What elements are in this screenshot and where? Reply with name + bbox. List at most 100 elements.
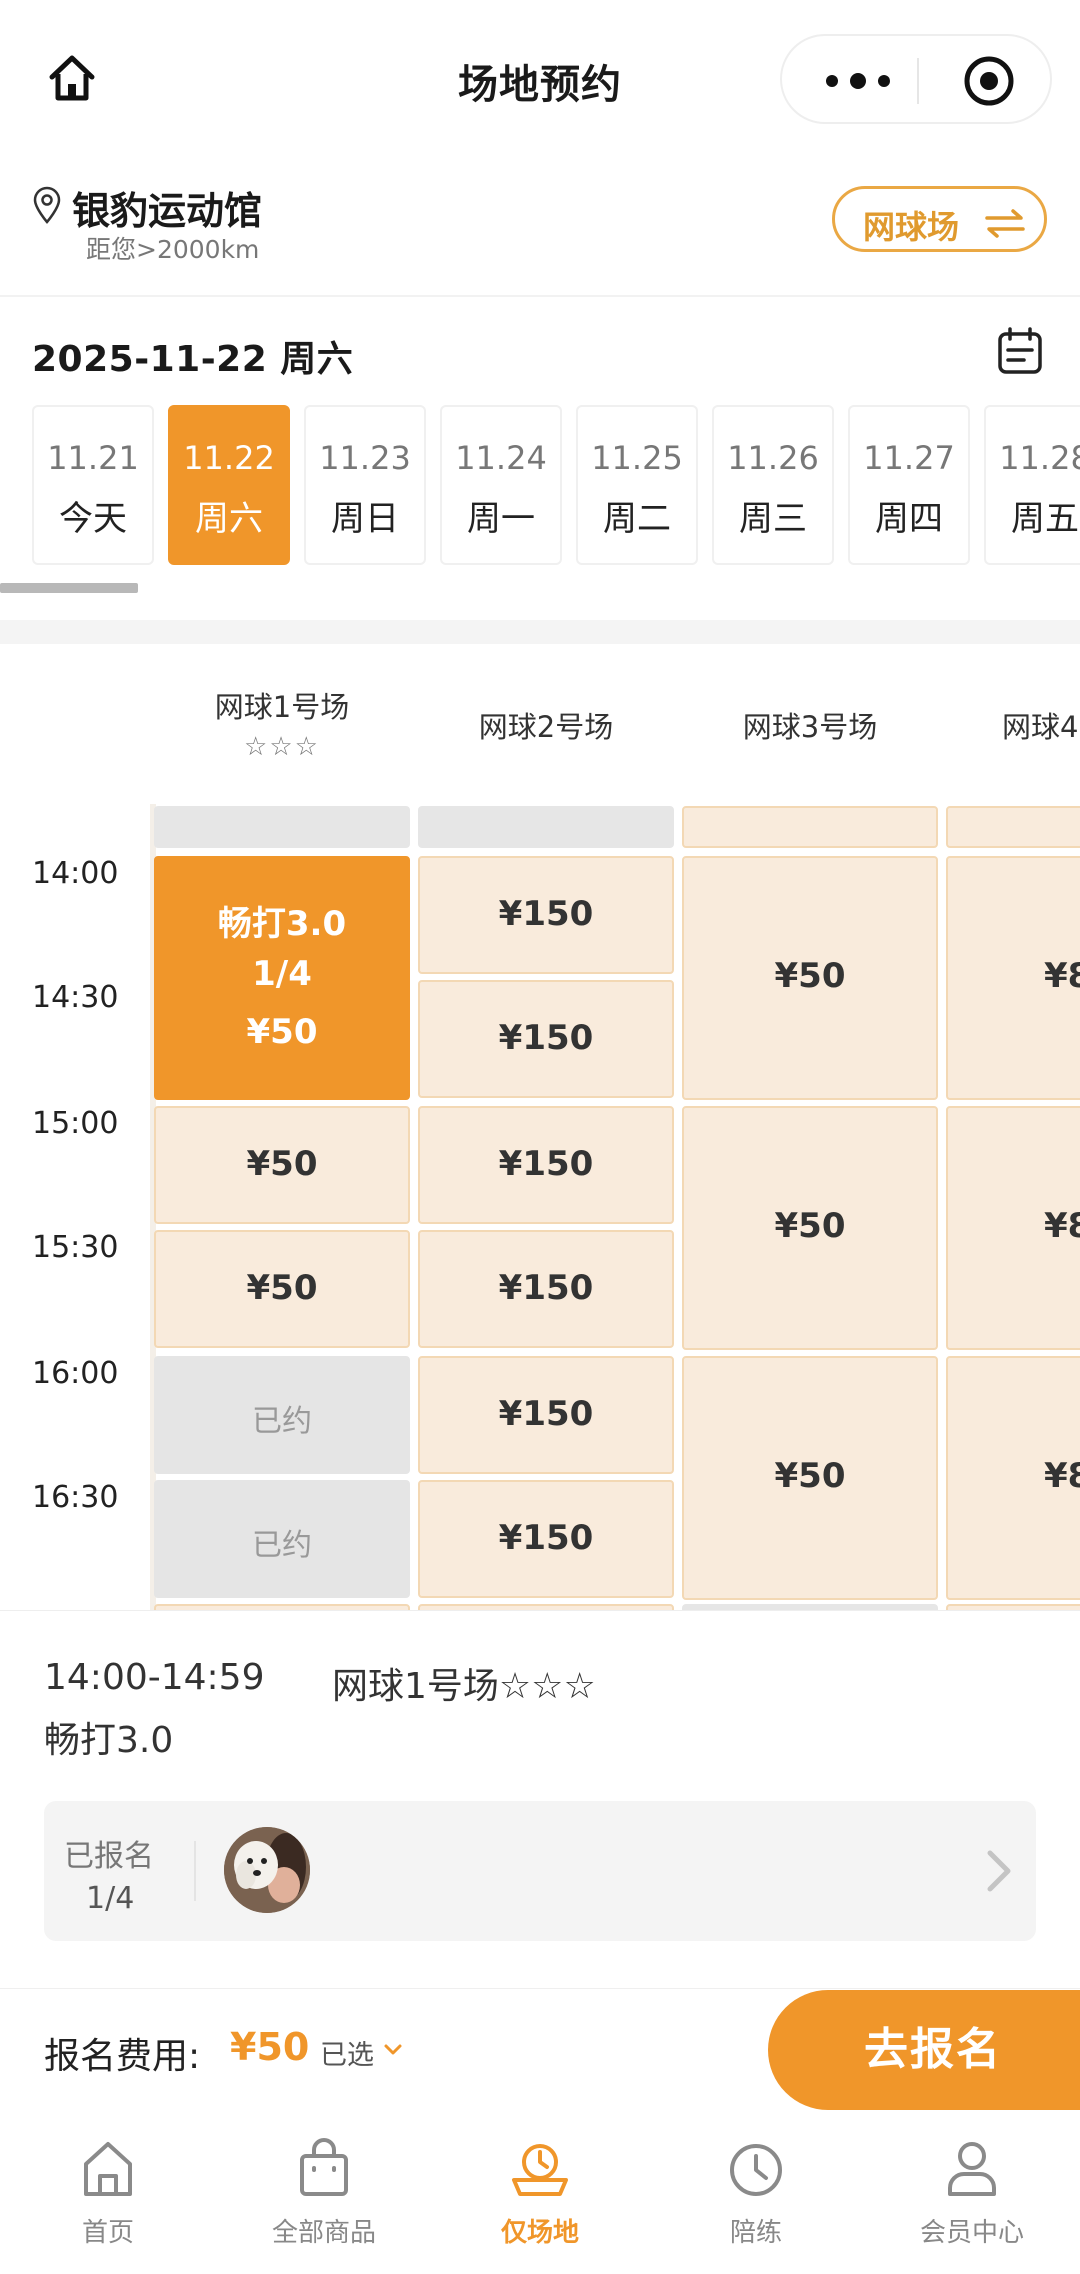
slot-booked: 已约 bbox=[154, 1480, 410, 1598]
slot-price: ¥150 bbox=[498, 1018, 594, 1058]
date-item[interactable]: 11.27 周四 bbox=[848, 405, 970, 565]
current-date: 2025-11-22 周六 bbox=[32, 339, 354, 380]
date-item[interactable]: 11.23 周日 bbox=[304, 405, 426, 565]
date-item[interactable]: 11.26 周三 bbox=[712, 405, 834, 565]
slot-available[interactable]: ¥8 bbox=[946, 1356, 1080, 1600]
capsule-divider bbox=[917, 58, 919, 104]
time-label: 15:00 bbox=[32, 1106, 119, 1141]
top-navigation-bar: 场地预约 bbox=[0, 0, 1080, 160]
slot-available[interactable]: ¥50 bbox=[682, 1106, 938, 1350]
date-item[interactable]: 11.28 周五 bbox=[984, 405, 1080, 565]
slot-available[interactable]: ¥150 bbox=[418, 980, 674, 1098]
slot-available[interactable]: ¥150 bbox=[418, 1230, 674, 1348]
court-name: 网球2号场 bbox=[478, 710, 614, 744]
selected-toggle[interactable]: 已选 bbox=[320, 2033, 374, 2072]
venue-icon bbox=[512, 2144, 568, 2196]
tab-venue-only[interactable]: 仅场地 bbox=[432, 2112, 648, 2274]
bottom-tab-bar: 首页 全部商品 仅场地 陪练 会员中心 bbox=[0, 2112, 1080, 2274]
weekday-label: 周五 bbox=[1011, 499, 1079, 539]
bag-icon bbox=[300, 2138, 348, 2196]
slot-price: ¥50 bbox=[246, 1144, 318, 1184]
booking-grid[interactable]: 网球1号场 ☆☆☆ 网球2号场 网球3号场 网球4 14:00 14:30 15… bbox=[0, 644, 1080, 1610]
close-miniprogram-icon[interactable] bbox=[962, 54, 1016, 108]
tab-label: 仅场地 bbox=[500, 2218, 579, 2248]
location-pin-icon bbox=[33, 186, 61, 224]
court-name: 网球4 bbox=[1002, 710, 1079, 744]
date-selector: 11.21 今天 11.22 周六 11.23 周日 11.24 周一 11.2… bbox=[32, 405, 1080, 567]
time-label: 14:30 bbox=[32, 980, 119, 1015]
swap-arrows-icon bbox=[985, 209, 1025, 238]
weekday-label: 周六 bbox=[195, 499, 263, 539]
tab-label: 陪练 bbox=[729, 2218, 782, 2248]
slot-price: ¥8 bbox=[1044, 1206, 1080, 1246]
fee-label: 报名费用: bbox=[44, 2036, 201, 2077]
chevron-right-icon[interactable] bbox=[984, 1847, 1014, 1895]
slot-available[interactable]: ¥150 bbox=[418, 856, 674, 974]
slot-available[interactable]: ¥8 bbox=[946, 1106, 1080, 1350]
slot-available[interactable]: ¥50 bbox=[154, 1106, 410, 1224]
slot-price: ¥150 bbox=[498, 894, 594, 934]
date-item[interactable]: 11.21 今天 bbox=[32, 405, 154, 565]
enrolled-members[interactable]: 已报名 1/4 bbox=[44, 1801, 1036, 1941]
slot-unavailable bbox=[154, 806, 410, 848]
slot-available[interactable]: ¥150 bbox=[418, 1106, 674, 1224]
slot-unavailable bbox=[418, 806, 674, 848]
court-header-1: 网球1号场 ☆☆☆ bbox=[154, 644, 410, 794]
tab-member-center[interactable]: 会员中心 bbox=[864, 2112, 1080, 2274]
slot-price: ¥150 bbox=[498, 1268, 594, 1308]
detail-time: 14:00-14:59 bbox=[44, 1657, 265, 1698]
date-item[interactable]: 11.24 周一 bbox=[440, 405, 562, 565]
date-item[interactable]: 11.25 周二 bbox=[576, 405, 698, 565]
date-item-selected[interactable]: 11.22 周六 bbox=[168, 405, 290, 565]
tab-label: 全部商品 bbox=[271, 2218, 376, 2248]
slot-price: ¥8 bbox=[1044, 1456, 1080, 1496]
slot-available[interactable]: ¥8 bbox=[946, 856, 1080, 1100]
signup-button[interactable]: 去报名 bbox=[768, 1990, 1080, 2110]
court-header-2: 网球2号场 bbox=[418, 644, 674, 794]
court-name: 网球1号场 bbox=[214, 690, 350, 724]
clock-icon bbox=[730, 2144, 782, 2196]
tab-home[interactable]: 首页 bbox=[0, 2112, 216, 2274]
slot-available[interactable]: ¥150 bbox=[418, 1480, 674, 1598]
slot-price: ¥50 bbox=[246, 1268, 318, 1308]
venue-name: 银豹运动馆 bbox=[72, 189, 263, 233]
slot-price: ¥150 bbox=[498, 1518, 594, 1558]
weekday-label: 周三 bbox=[739, 499, 807, 539]
slot-price: ¥50 bbox=[774, 1206, 846, 1246]
calendar-icon[interactable] bbox=[995, 326, 1045, 376]
slot-available[interactable]: ¥150 bbox=[418, 1356, 674, 1474]
time-label: 15:30 bbox=[32, 1230, 119, 1265]
tab-sparring[interactable]: 陪练 bbox=[648, 2112, 864, 2274]
tab-all-products[interactable]: 全部商品 bbox=[216, 2112, 432, 2274]
slot-available[interactable]: ¥50 bbox=[154, 1230, 410, 1348]
court-header-4: 网球4 bbox=[946, 644, 1080, 794]
weekday-label: 周一 bbox=[467, 499, 535, 539]
court-type-switch-button[interactable]: 网球场 bbox=[832, 186, 1047, 252]
more-icon[interactable] bbox=[818, 66, 898, 96]
weekday-label: 今天 bbox=[59, 499, 127, 539]
slot-selected[interactable]: 畅打3.0 1/4 ¥50 bbox=[154, 856, 410, 1100]
weekday-label: 周四 bbox=[875, 499, 943, 539]
slot-price: ¥50 bbox=[246, 1012, 318, 1052]
mini-program-capsule bbox=[780, 34, 1052, 124]
home-icon bbox=[84, 2142, 132, 2196]
enrolled-label: 已报名 bbox=[64, 1839, 154, 1874]
selected-slot-detail: 14:00-14:59 网球1号场☆☆☆ 畅打3.0 已报名 1/4 bbox=[0, 1610, 1080, 1988]
section-divider bbox=[0, 295, 1080, 297]
slot-available[interactable] bbox=[946, 806, 1080, 848]
slot-available[interactable]: ¥50 bbox=[682, 856, 938, 1100]
date-label: 11.28 bbox=[999, 439, 1080, 477]
tab-label: 首页 bbox=[81, 2218, 134, 2248]
detail-activity: 畅打3.0 bbox=[44, 1720, 174, 1761]
date-label: 11.25 bbox=[591, 439, 683, 477]
slot-booked: 已约 bbox=[154, 1356, 410, 1474]
slot-activity: 畅打3.0 bbox=[217, 904, 347, 944]
date-scroll-indicator bbox=[0, 583, 138, 593]
court-name: 网球3号场 bbox=[742, 710, 878, 744]
slot-price: ¥50 bbox=[774, 956, 846, 996]
section-separator-band bbox=[0, 620, 1080, 644]
chevron-down-icon[interactable] bbox=[383, 2043, 403, 2057]
weekday-label: 周日 bbox=[331, 499, 399, 539]
slot-available[interactable]: ¥50 bbox=[682, 1356, 938, 1600]
slot-available[interactable] bbox=[682, 806, 938, 848]
